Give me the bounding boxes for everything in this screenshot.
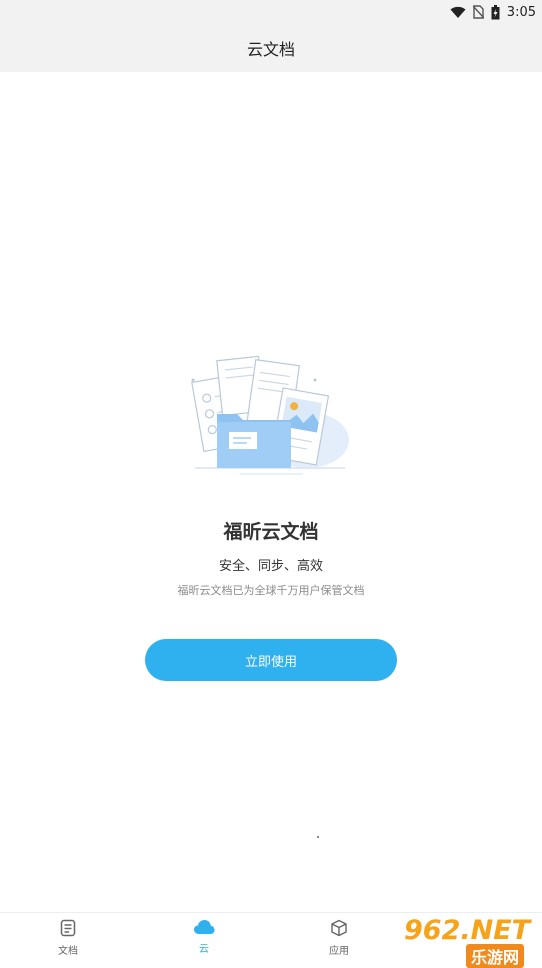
app-name: 福昕云文档 — [223, 521, 319, 543]
nav-item-documents[interactable]: 文档 — [33, 919, 103, 963]
box-icon — [331, 919, 347, 937]
status-bar: 3:05 — [0, 0, 542, 24]
nav-item-cloud[interactable]: 云 — [169, 919, 239, 963]
nav-label-apps: 应用 — [329, 946, 349, 957]
cloud-icon — [194, 920, 215, 934]
bottom-nav: 文档 云 应用 — [0, 912, 542, 966]
tagline: 安全、同步、高效 — [218, 559, 323, 574]
page-title: 云文档 — [246, 40, 295, 59]
status-icons: 3:05 — [450, 3, 536, 21]
stray-dot — [317, 836, 319, 838]
nav-label-cloud: 云 — [199, 944, 209, 955]
wifi-icon — [450, 6, 466, 18]
header: 云文档 — [0, 24, 542, 72]
cloud-documents-illustration-icon — [191, 355, 349, 475]
start-using-button[interactable]: 立即使用 — [145, 639, 397, 681]
document-icon — [60, 919, 76, 937]
description: 福昕云文档已为全球千万用户保管文档 — [177, 584, 365, 597]
status-time: 3:05 — [506, 4, 536, 20]
battery-icon — [491, 4, 500, 19]
nav-label-documents: 文档 — [58, 946, 78, 957]
no-sim-icon — [472, 5, 484, 19]
nav-item-apps[interactable]: 应用 — [304, 919, 374, 963]
